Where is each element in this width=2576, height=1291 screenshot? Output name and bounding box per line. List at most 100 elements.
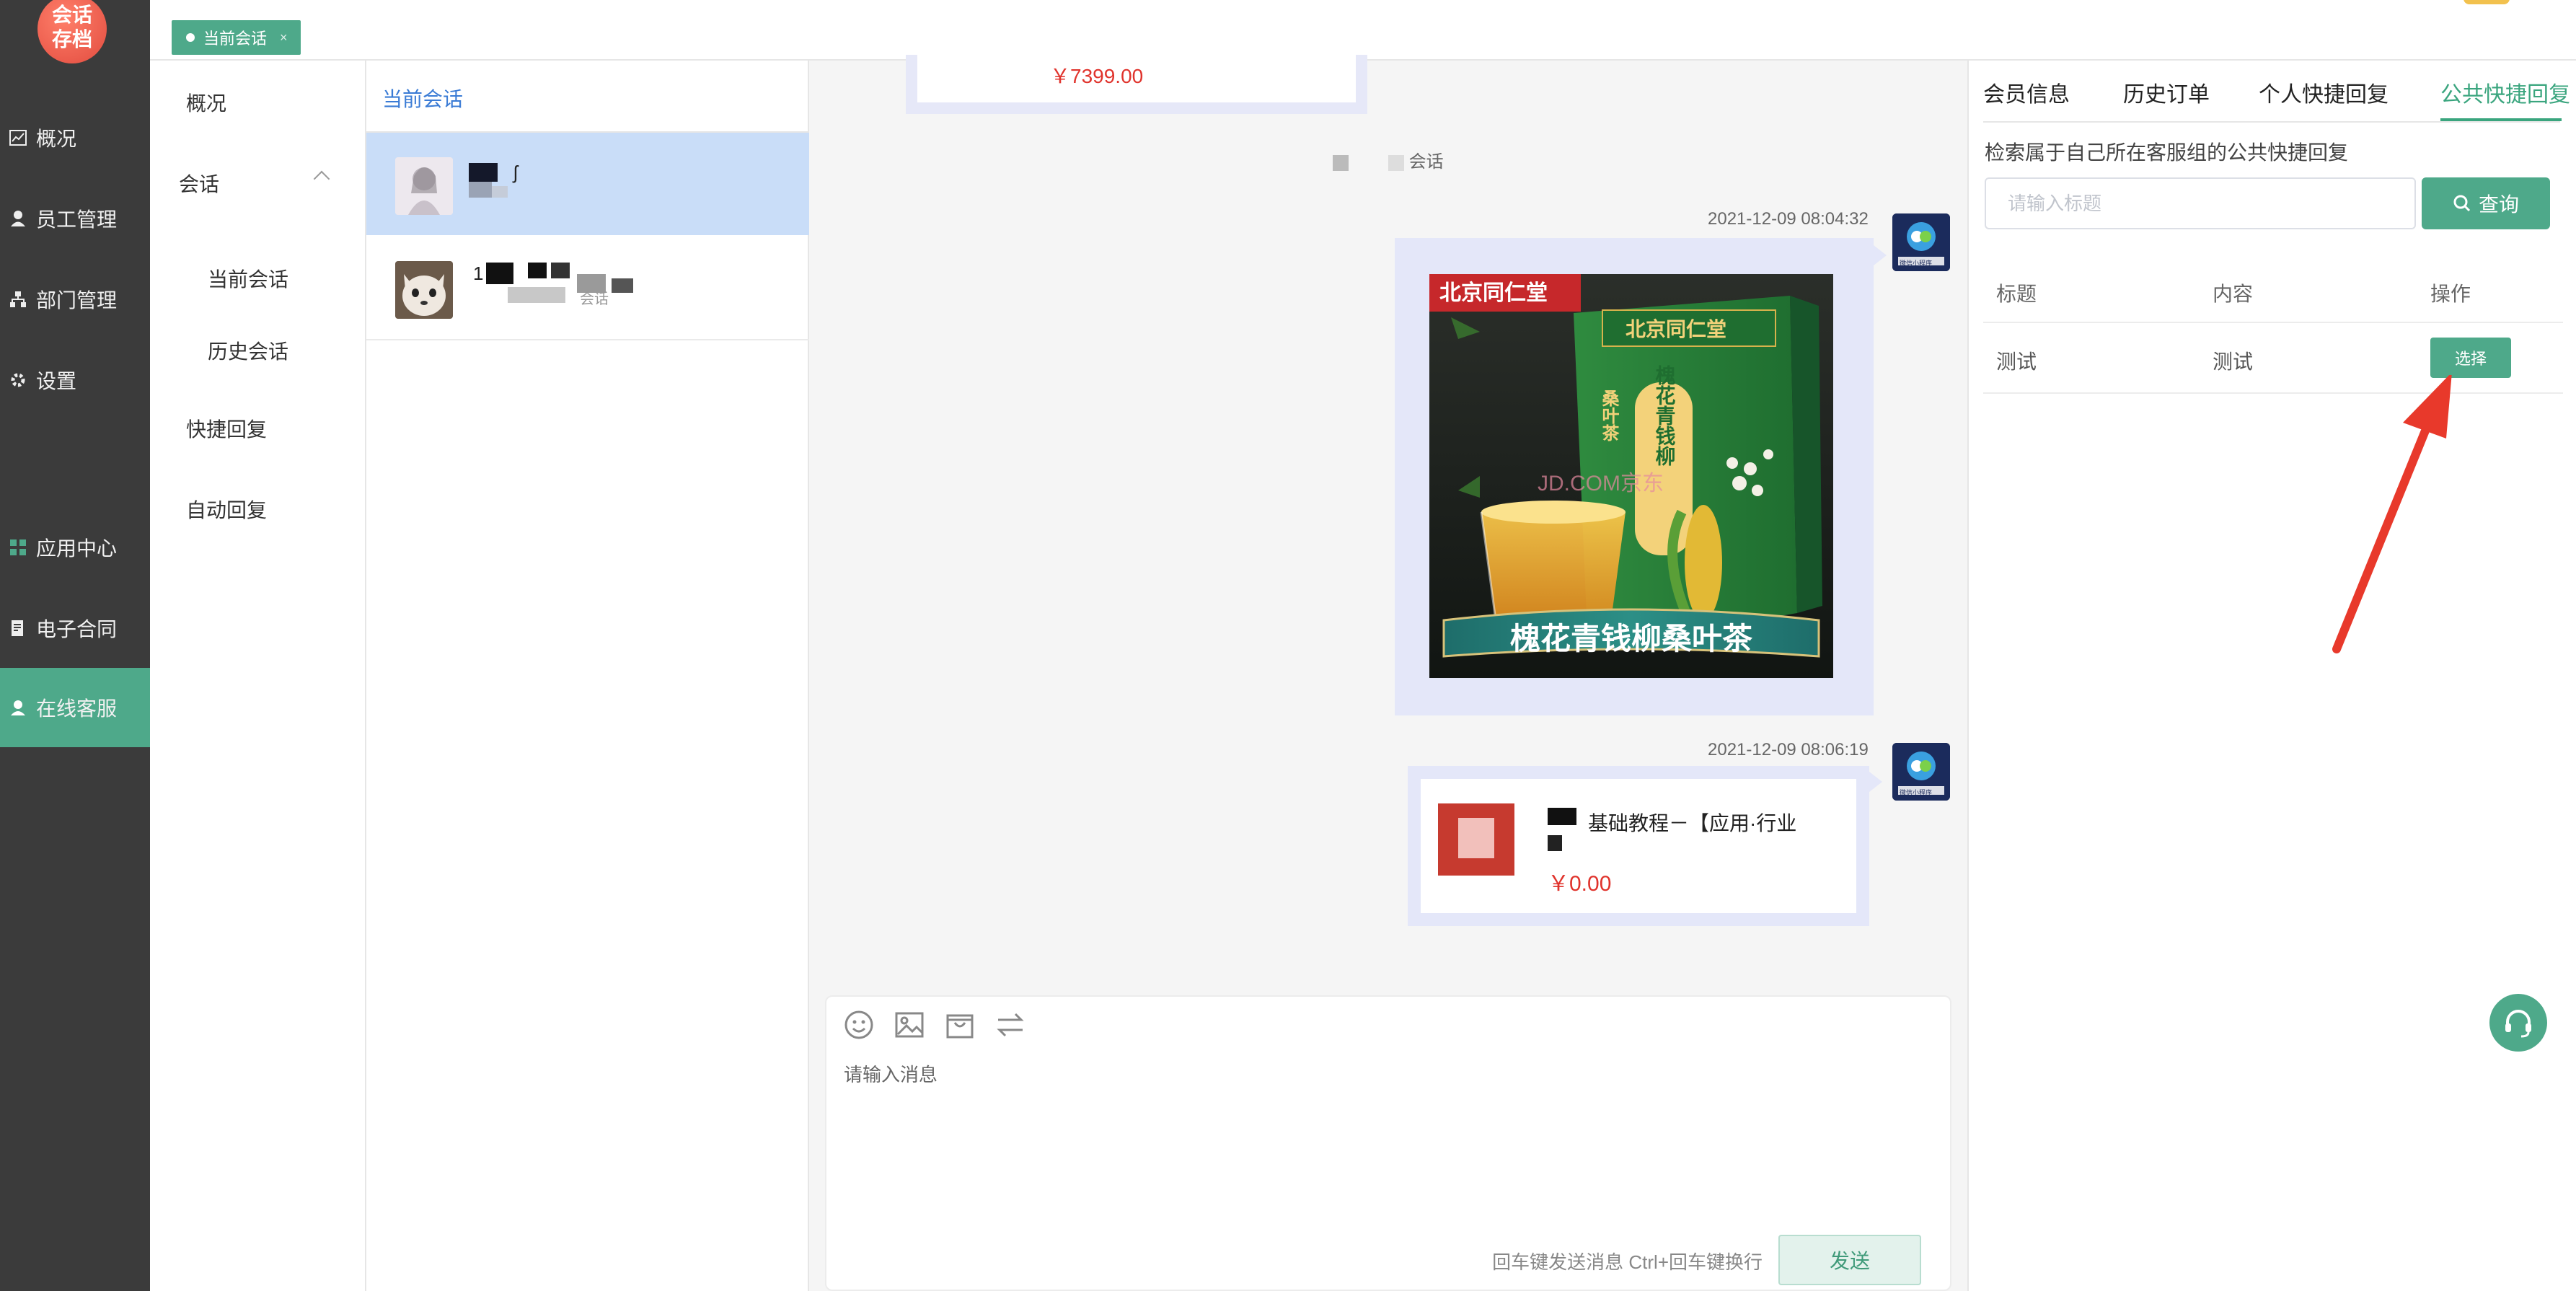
chevron-up-icon[interactable] <box>313 170 330 188</box>
blurred-name <box>551 263 570 278</box>
tab-public-quick-reply[interactable]: 公共快捷回复 <box>2440 76 2570 108</box>
nav-label: 员工管理 <box>36 208 118 231</box>
submenu-quick-reply[interactable]: 快捷回复 <box>186 414 267 443</box>
user-icon <box>9 209 27 228</box>
blurred-name <box>492 186 508 198</box>
product-thumbnail <box>1438 803 1514 876</box>
nav-item-staff[interactable]: 员工管理 <box>0 179 150 258</box>
quick-reply-description: 检索属于自己所在客服组的公共快捷回复 <box>1985 141 2349 164</box>
chart-icon <box>9 128 27 147</box>
blurred-name <box>612 278 633 293</box>
top-bar: 当前会话 × <box>150 0 2576 61</box>
transfer-icon[interactable] <box>995 1010 1025 1040</box>
avatar <box>395 261 453 319</box>
nav-item-department[interactable]: 部门管理 <box>0 260 150 339</box>
product-price: ￥0.00 <box>1548 872 1612 896</box>
bubble-tail <box>1874 245 1887 265</box>
message-input[interactable] <box>844 1060 1926 1204</box>
send-hint: 回车键发送消息 Ctrl+回车键换行 <box>1492 1251 1763 1273</box>
divider <box>1983 392 2563 394</box>
contract-icon <box>9 619 27 638</box>
shopping-bag-icon[interactable] <box>945 1010 975 1040</box>
column-header-title: 标题 <box>1996 283 2037 305</box>
nav-label: 电子合同 <box>36 618 118 640</box>
submenu-auto-reply[interactable]: 自动回复 <box>186 495 267 524</box>
nav-item-settings[interactable]: 设置 <box>0 340 150 420</box>
tab-order-history[interactable]: 历史订单 <box>2123 76 2210 108</box>
divider <box>1983 121 2560 123</box>
nav-label: 设置 <box>36 370 77 392</box>
main-nav: 会话 存档 概况 员工管理 部门管理 设置 应用中心 电子合同 在线客服 <box>0 0 150 1291</box>
box-side-title: 桑叶茶 <box>1599 389 1619 442</box>
select-button[interactable]: 选择 <box>2430 338 2511 378</box>
row-content: 测试 <box>2213 351 2254 373</box>
tab-current-session[interactable]: 当前会话 × <box>172 20 301 55</box>
product-banner-text: 槐花青钱柳桑叶茶 <box>1510 622 1753 656</box>
system-note: 会话 <box>809 147 1967 172</box>
row-title: 测试 <box>1996 351 2037 373</box>
logo[interactable]: 会话 存档 <box>38 0 107 63</box>
session-list-title: 当前会话 <box>382 88 464 110</box>
nav-item-online-support[interactable]: 在线客服 <box>0 668 150 747</box>
query-button[interactable]: 查询 <box>2422 177 2550 229</box>
customer-support-button[interactable] <box>2489 994 2547 1052</box>
active-tab-indicator <box>2440 118 2562 121</box>
title-search-input[interactable] <box>1985 177 2416 229</box>
brand-tag: 北京同仁堂 <box>1439 281 1548 305</box>
blurred-text <box>1548 835 1562 851</box>
search-icon <box>2453 195 2471 212</box>
session-preview: 会话 <box>580 291 609 307</box>
submenu-overview[interactable]: 概况 <box>186 88 226 117</box>
logo-line-2: 存档 <box>51 28 92 50</box>
session-item[interactable]: ʃ <box>366 133 809 235</box>
session-item[interactable]: 1 会话 <box>366 237 809 339</box>
nav-item-contract[interactable]: 电子合同 <box>0 589 150 668</box>
blurred-text <box>1333 154 1349 171</box>
submenu-session[interactable]: 会话 <box>179 169 219 198</box>
emoji-icon[interactable] <box>844 1010 874 1040</box>
message-composer: 回车键发送消息 Ctrl+回车键换行 发送 <box>825 995 1951 1291</box>
nav-item-overview[interactable]: 概况 <box>0 98 150 177</box>
session-list: 当前会话 ʃ 1 会话 <box>366 61 809 1291</box>
composer-toolbar <box>844 1010 1025 1040</box>
bubble-tail <box>1869 772 1882 792</box>
logo-line-1: 会话 <box>51 4 92 26</box>
message-timestamp: 2021-12-09 08:04:32 <box>1708 209 1869 229</box>
blurred-text <box>1548 808 1576 825</box>
product-card[interactable]: 基础教程－【应用·行业 ￥0.00 <box>1421 779 1856 913</box>
tab-personal-quick-reply[interactable]: 个人快捷回复 <box>2259 76 2388 108</box>
product-message-bubble[interactable]: 基础教程－【应用·行业 ￥0.00 <box>1408 766 1869 926</box>
agent-avatar: 微信小程序 <box>1892 743 1950 801</box>
avatar <box>395 157 453 215</box>
product-image[interactable]: 北京同仁堂 北京同仁堂 槐花青钱柳 桑叶茶 JD.COM京东 槐花青钱柳桑叶茶 <box>1429 274 1833 678</box>
blurred-text <box>1388 154 1404 171</box>
agent-avatar: 微信小程序 <box>1892 213 1950 271</box>
send-button[interactable]: 发送 <box>1778 1235 1921 1285</box>
avatar-caption: 微信小程序 <box>1900 789 1933 796</box>
query-label: 查询 <box>2478 193 2519 216</box>
org-icon <box>9 290 27 309</box>
tab-member-info[interactable]: 会员信息 <box>1983 76 2070 108</box>
corner-badge[interactable] <box>2463 0 2510 4</box>
nav-item-app-center[interactable]: 应用中心 <box>0 508 150 587</box>
nav-label: 部门管理 <box>36 289 118 312</box>
blurred-name <box>528 263 547 278</box>
column-header-action: 操作 <box>2430 283 2471 305</box>
box-brand: 北京同仁堂 <box>1626 317 1726 341</box>
message-timestamp: 2021-12-09 08:06:19 <box>1708 740 1869 759</box>
blurred-name <box>486 263 513 284</box>
headset-icon <box>2505 1010 2531 1038</box>
product-price: ￥7399.00 <box>1050 65 1144 87</box>
submenu-current-session[interactable]: 当前会话 <box>208 264 288 293</box>
session-name: 1 <box>473 263 484 284</box>
gear-icon <box>9 371 27 389</box>
image-icon[interactable] <box>894 1010 925 1040</box>
blurred-name <box>469 182 492 198</box>
right-panel: 会员信息 历史订单 个人快捷回复 公共快捷回复 检索属于自己所在客服组的公共快捷… <box>1967 61 2576 1291</box>
close-icon[interactable]: × <box>280 30 288 45</box>
previous-product-card[interactable]: ￥7399.00 <box>906 55 1367 114</box>
submenu-history-session[interactable]: 历史会话 <box>208 336 288 365</box>
tab-label: 当前会话 <box>203 30 268 48</box>
nav-label: 概况 <box>36 128 77 150</box>
sub-menu: 概况 会话 当前会话 历史会话 快捷回复 自动回复 <box>150 61 366 1291</box>
